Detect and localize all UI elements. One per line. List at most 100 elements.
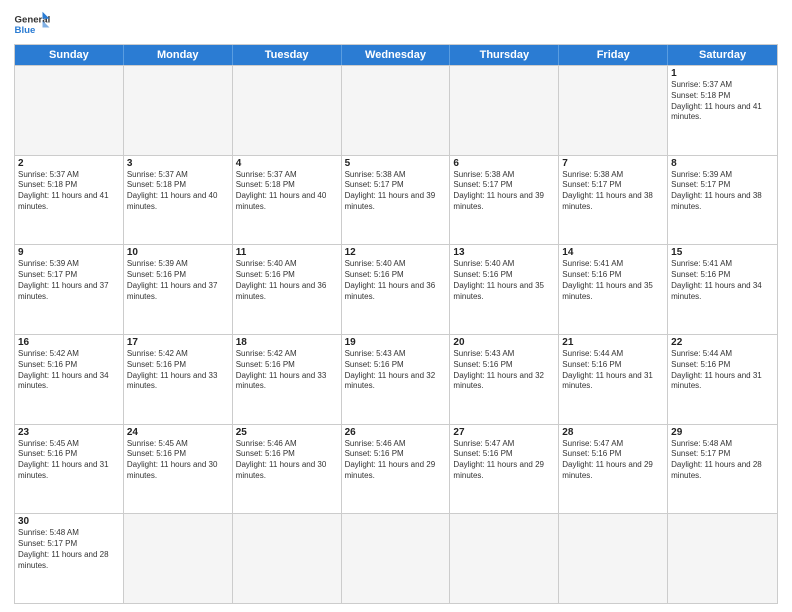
day-number: 10: [127, 247, 229, 258]
day-cell-14: 14Sunrise: 5:41 AMSunset: 5:16 PMDayligh…: [559, 245, 668, 334]
day-cell-1: 1Sunrise: 5:37 AMSunset: 5:18 PMDaylight…: [668, 66, 777, 155]
day-number: 30: [18, 516, 120, 527]
calendar-week-1: 2 Sunrise: 5:37 AMSunset: 5:18 PMDaylight…: [15, 155, 777, 245]
day-number: 24: [127, 427, 229, 438]
day-number: 5: [345, 158, 447, 169]
calendar-body: 1Sunrise: 5:37 AMSunset: 5:18 PMDaylight…: [15, 65, 777, 603]
day-cell-30: 30Sunrise: 5:48 AMSunset: 5:17 PMDayligh…: [15, 514, 124, 603]
empty-cell: [450, 514, 559, 603]
svg-text:Blue: Blue: [15, 25, 36, 36]
calendar-week-0: 1Sunrise: 5:37 AMSunset: 5:18 PMDaylight…: [15, 65, 777, 155]
day-header-tuesday: Tuesday: [233, 45, 342, 65]
day-number: 15: [671, 247, 774, 258]
cell-content: Sunrise: 5:46 AMSunset: 5:16 PMDaylight:…: [236, 439, 338, 482]
day-number: 25: [236, 427, 338, 438]
day-number: 13: [453, 247, 555, 258]
cell-content: Sunrise: 5:41 AMSunset: 5:16 PMDaylight:…: [671, 259, 774, 302]
day-cell-29: 29Sunrise: 5:48 AMSunset: 5:17 PMDayligh…: [668, 425, 777, 514]
day-cell-12: 12Sunrise: 5:40 AMSunset: 5:16 PMDayligh…: [342, 245, 451, 334]
day-number: 4: [236, 158, 338, 169]
day-cell-16: 16Sunrise: 5:42 AMSunset: 5:16 PMDayligh…: [15, 335, 124, 424]
cell-content: Sunrise: 5:37 AMSunset: 5:18 PMDaylight:…: [127, 170, 229, 213]
cell-content: Sunrise: 5:40 AMSunset: 5:16 PMDaylight:…: [236, 259, 338, 302]
day-cell-17: 17Sunrise: 5:42 AMSunset: 5:16 PMDayligh…: [124, 335, 233, 424]
cell-content: Sunrise: 5:40 AMSunset: 5:16 PMDaylight:…: [345, 259, 447, 302]
day-header-sunday: Sunday: [15, 45, 124, 65]
empty-cell: [559, 66, 668, 155]
empty-cell: [559, 514, 668, 603]
day-number: 6: [453, 158, 555, 169]
cell-content: Sunrise: 5:39 AMSunset: 5:16 PMDaylight:…: [127, 259, 229, 302]
cell-content: Sunrise: 5:46 AMSunset: 5:16 PMDaylight:…: [345, 439, 447, 482]
empty-cell: [233, 514, 342, 603]
day-header-wednesday: Wednesday: [342, 45, 451, 65]
cell-content: Sunrise: 5:42 AMSunset: 5:16 PMDaylight:…: [236, 349, 338, 392]
cell-content: Sunrise: 5:47 AMSunset: 5:16 PMDaylight:…: [562, 439, 664, 482]
logo-icon: General Blue: [14, 10, 50, 38]
empty-cell: [233, 66, 342, 155]
cell-content: Sunrise: 5:39 AMSunset: 5:17 PMDaylight:…: [18, 259, 120, 302]
cell-content: Sunrise: 5:43 AMSunset: 5:16 PMDaylight:…: [453, 349, 555, 392]
day-cell-9: 9Sunrise: 5:39 AMSunset: 5:17 PMDaylight…: [15, 245, 124, 334]
day-number: 21: [562, 337, 664, 348]
day-number: 17: [127, 337, 229, 348]
empty-cell: [342, 514, 451, 603]
cell-content: Sunrise: 5:48 AMSunset: 5:17 PMDaylight:…: [18, 528, 120, 571]
day-cell-22: 22Sunrise: 5:44 AMSunset: 5:16 PMDayligh…: [668, 335, 777, 424]
day-header-monday: Monday: [124, 45, 233, 65]
empty-cell: [124, 514, 233, 603]
empty-cell: [124, 66, 233, 155]
cell-content: Sunrise: 5:39 AMSunset: 5:17 PMDaylight:…: [671, 170, 774, 213]
day-number: 27: [453, 427, 555, 438]
calendar-week-5: 30Sunrise: 5:48 AMSunset: 5:17 PMDayligh…: [15, 513, 777, 603]
cell-content: Sunrise: 5:40 AMSunset: 5:16 PMDaylight:…: [453, 259, 555, 302]
calendar-header: SundayMondayTuesdayWednesdayThursdayFrid…: [15, 45, 777, 65]
day-cell-3: 3Sunrise: 5:37 AMSunset: 5:18 PMDaylight…: [124, 156, 233, 245]
calendar-week-3: 16Sunrise: 5:42 AMSunset: 5:16 PMDayligh…: [15, 334, 777, 424]
calendar: SundayMondayTuesdayWednesdayThursdayFrid…: [14, 44, 778, 604]
day-cell-19: 19Sunrise: 5:43 AMSunset: 5:16 PMDayligh…: [342, 335, 451, 424]
day-number: 19: [345, 337, 447, 348]
day-cell-4: 4Sunrise: 5:37 AMSunset: 5:18 PMDaylight…: [233, 156, 342, 245]
day-number: 22: [671, 337, 774, 348]
empty-cell: [342, 66, 451, 155]
cell-content: Sunrise: 5:37 AMSunset: 5:18 PMDaylight:…: [671, 80, 774, 123]
day-number: 20: [453, 337, 555, 348]
empty-cell: [668, 514, 777, 603]
empty-cell: [450, 66, 559, 155]
day-cell-7: 7Sunrise: 5:38 AMSunset: 5:17 PMDaylight…: [559, 156, 668, 245]
empty-cell: [15, 66, 124, 155]
cell-content: Sunrise: 5:38 AMSunset: 5:17 PMDaylight:…: [453, 170, 555, 213]
day-number: 11: [236, 247, 338, 258]
day-number: 9: [18, 247, 120, 258]
cell-content: Sunrise: 5:42 AMSunset: 5:16 PMDaylight:…: [127, 349, 229, 392]
cell-content: Sunrise: 5:45 AMSunset: 5:16 PMDaylight:…: [18, 439, 120, 482]
cell-content: Sunrise: 5:42 AMSunset: 5:16 PMDaylight:…: [18, 349, 120, 392]
day-cell-5: 5Sunrise: 5:38 AMSunset: 5:17 PMDaylight…: [342, 156, 451, 245]
day-cell-25: 25Sunrise: 5:46 AMSunset: 5:16 PMDayligh…: [233, 425, 342, 514]
day-cell-18: 18Sunrise: 5:42 AMSunset: 5:16 PMDayligh…: [233, 335, 342, 424]
cell-content: Sunrise: 5:44 AMSunset: 5:16 PMDaylight:…: [671, 349, 774, 392]
day-number: 23: [18, 427, 120, 438]
day-number: 3: [127, 158, 229, 169]
day-cell-23: 23Sunrise: 5:45 AMSunset: 5:16 PMDayligh…: [15, 425, 124, 514]
cell-content: Sunrise: 5:43 AMSunset: 5:16 PMDaylight:…: [345, 349, 447, 392]
day-cell-11: 11Sunrise: 5:40 AMSunset: 5:16 PMDayligh…: [233, 245, 342, 334]
cell-content: Sunrise: 5:41 AMSunset: 5:16 PMDaylight:…: [562, 259, 664, 302]
day-number: 14: [562, 247, 664, 258]
day-number: 8: [671, 158, 774, 169]
day-cell-8: 8Sunrise: 5:39 AMSunset: 5:17 PMDaylight…: [668, 156, 777, 245]
day-cell-13: 13Sunrise: 5:40 AMSunset: 5:16 PMDayligh…: [450, 245, 559, 334]
day-cell-15: 15Sunrise: 5:41 AMSunset: 5:16 PMDayligh…: [668, 245, 777, 334]
cell-content: Sunrise: 5:38 AMSunset: 5:17 PMDaylight:…: [562, 170, 664, 213]
day-cell-2: 2Sunrise: 5:37 AMSunset: 5:18 PMDaylight…: [15, 156, 124, 245]
day-cell-6: 6Sunrise: 5:38 AMSunset: 5:17 PMDaylight…: [450, 156, 559, 245]
logo: General Blue: [14, 10, 50, 38]
day-number: 2: [18, 158, 120, 169]
cell-content: Sunrise: 5:45 AMSunset: 5:16 PMDaylight:…: [127, 439, 229, 482]
day-number: 12: [345, 247, 447, 258]
cell-content: Sunrise: 5:44 AMSunset: 5:16 PMDaylight:…: [562, 349, 664, 392]
day-cell-28: 28Sunrise: 5:47 AMSunset: 5:16 PMDayligh…: [559, 425, 668, 514]
day-number: 1: [671, 68, 774, 79]
calendar-week-2: 9Sunrise: 5:39 AMSunset: 5:17 PMDaylight…: [15, 244, 777, 334]
